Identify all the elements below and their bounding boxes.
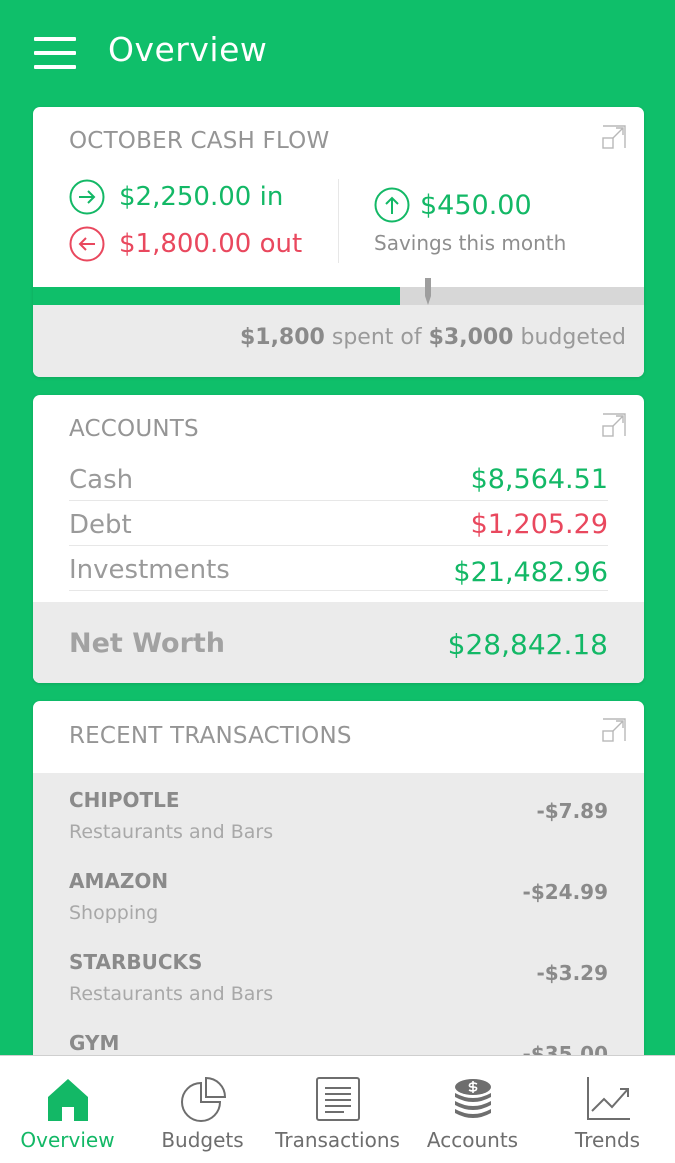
cash-in-row: $2,250.00 in [69,179,283,215]
transaction-row[interactable]: STARBUCKS Restaurants and Bars -$3.29 [33,935,644,1016]
cash-flow-title: OCTOBER CASH FLOW [69,128,330,154]
arrow-up-circle-icon [374,187,410,223]
expand-icon[interactable] [602,718,626,742]
expand-icon[interactable] [602,413,626,437]
account-row-investments[interactable]: Investments $21,482.96 [69,546,608,591]
accounts-card[interactable]: ACCOUNTS Cash $8,564.51 Debt $1,205.29 I… [33,395,644,683]
budget-summary: $1,800 spent of $3,000 budgeted [33,305,644,377]
account-value: $8,564.51 [470,464,608,495]
budget-progress-bar [33,287,644,305]
bottom-tab-bar: Overview Budgets Transactions Accounts T… [0,1055,675,1163]
menu-icon[interactable] [34,37,76,69]
cash-in-suffix: in [259,182,284,212]
cash-out-suffix: out [259,229,303,259]
transaction-category: Restaurants and Bars [69,983,274,1005]
account-row-debt[interactable]: Debt $1,205.29 [69,501,608,546]
tab-label: Budgets [161,1128,244,1152]
pie-chart-icon [180,1076,226,1122]
savings-amount: $450.00 [420,189,532,221]
net-worth-value: $28,842.18 [447,628,608,661]
transaction-row[interactable]: AMAZON Shopping -$24.99 [33,854,644,935]
account-label: Debt [69,510,132,540]
account-row-cash[interactable]: Cash $8,564.51 [69,456,608,501]
net-worth-row: Net Worth $28,842.18 [33,602,644,683]
tab-label: Transactions [275,1128,400,1152]
tab-accounts[interactable]: Accounts [405,1056,540,1163]
arrow-right-circle-icon [69,179,105,215]
trend-chart-icon [586,1077,630,1120]
savings-row: $450.00 [374,187,532,223]
account-value: $1,205.29 [470,509,608,540]
tab-overview[interactable]: Overview [0,1056,135,1163]
transaction-merchant: STARBUCKS [69,950,203,974]
transaction-merchant: AMAZON [69,869,169,893]
account-value: $21,482.96 [453,557,608,588]
account-label: Investments [69,555,230,585]
net-worth-label: Net Worth [69,628,226,659]
menu-icon-bar [34,65,76,69]
transaction-category: Shopping [69,902,159,924]
transaction-amount: -$3.29 [536,961,608,985]
page-title: Overview [108,30,268,69]
recent-transactions-title: RECENT TRANSACTIONS [69,723,352,749]
cash-in-amount: $2,250.00 [119,182,252,212]
transaction-merchant: GYM [69,1031,120,1055]
recent-transactions-card[interactable]: RECENT TRANSACTIONS CHIPOTLE Restaurants… [33,701,644,1071]
menu-icon-bar [34,51,76,55]
account-label: Cash [69,465,134,495]
cash-out-row: $1,800.00 out [69,226,302,262]
tab-label: Trends [574,1128,641,1152]
arrow-left-circle-icon [69,226,105,262]
budget-marker-icon [425,278,431,305]
transaction-category: Restaurants and Bars [69,821,274,843]
transaction-amount: -$7.89 [536,799,608,823]
tab-label: Accounts [426,1128,519,1152]
app-header: Overview [0,0,675,106]
tab-transactions[interactable]: Transactions [270,1056,405,1163]
tab-label: Overview [20,1128,115,1152]
expand-icon[interactable] [602,125,626,149]
savings-label: Savings this month [374,231,567,255]
transaction-amount: -$24.99 [522,880,608,904]
transaction-merchant: CHIPOTLE [69,788,180,812]
transaction-row[interactable]: CHIPOTLE Restaurants and Bars -$7.89 [33,773,644,854]
tab-budgets[interactable]: Budgets [135,1056,270,1163]
coins-icon [454,1079,491,1118]
transaction-list: CHIPOTLE Restaurants and Bars -$7.89 AMA… [33,773,644,1071]
menu-icon-bar [34,37,76,41]
receipt-icon [315,1077,360,1121]
budget-progress-fill [33,287,400,305]
accounts-title: ACCOUNTS [69,416,199,442]
cash-flow-card[interactable]: OCTOBER CASH FLOW $2,250.00 in $1,800.00… [33,107,644,377]
cash-out-amount: $1,800.00 [119,229,252,259]
home-icon [47,1079,88,1121]
tab-trends[interactable]: Trends [540,1056,675,1163]
divider [338,179,339,263]
budget-summary-text: $1,800 spent of $3,000 budgeted [239,325,626,350]
